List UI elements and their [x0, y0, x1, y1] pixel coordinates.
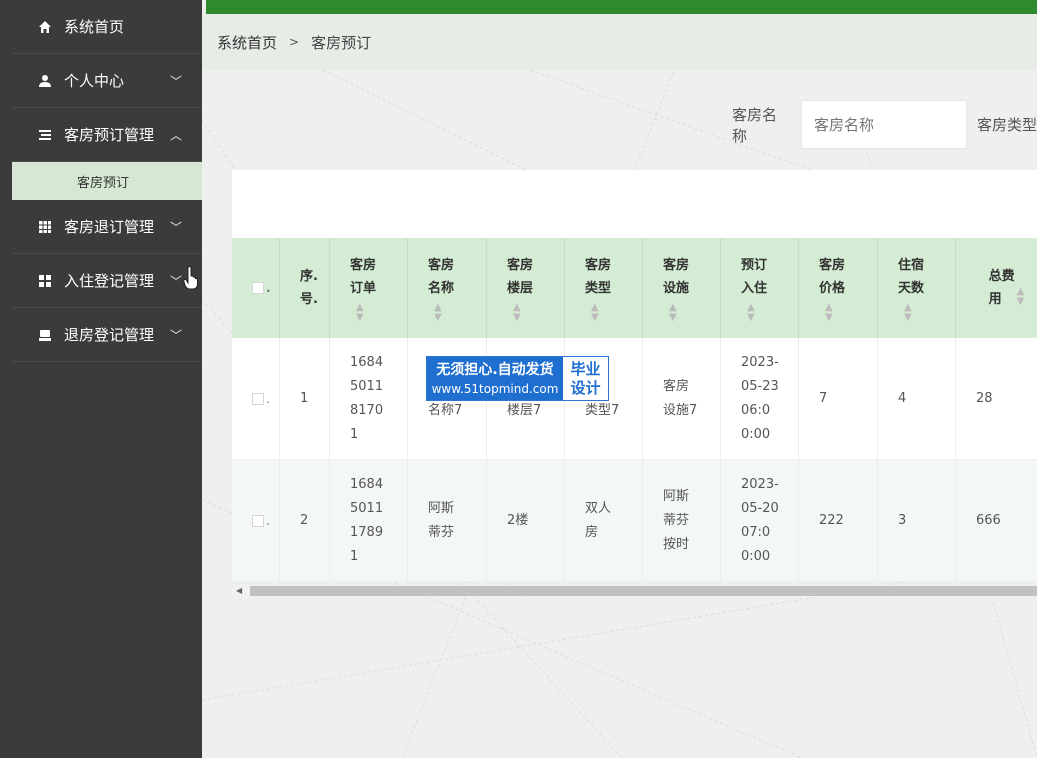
- scrollbar-thumb[interactable]: [250, 586, 1037, 596]
- cell-total: 28: [976, 390, 993, 406]
- cell-price: 222: [799, 460, 878, 581]
- user-icon: [38, 74, 52, 88]
- chevron-up-icon: ︿: [169, 128, 182, 142]
- sidebar-subitem-room-booking[interactable]: 客房预订: [12, 162, 202, 200]
- table-row[interactable]: . 2 1684 5011 1789 1 阿斯 蒂芬 2楼 双人 房 阿斯 蒂芬…: [232, 460, 1037, 582]
- breadcrumb-current: 客房预订: [311, 33, 372, 52]
- header-cell[interactable]: 预订 入住 ▲ ▼: [721, 238, 799, 338]
- sidebar-item-home[interactable]: 系统首页: [12, 0, 202, 54]
- sidebar-item-cancellation[interactable]: 客房退订管理 ﹀: [12, 200, 202, 254]
- booking-table: . 序. 号. 客房 订单 ▲ ▼ 客房 名称 ▲ ▼ 客房 楼层 ▲ ▼ 客房 类型 ▲ ▼ …: [232, 238, 1037, 582]
- sidebar: 系统首页 个人中心 ﹀ 客房预订管理 ︿ 客房预订 客房退订管理 ﹀ 入住登记管…: [12, 0, 202, 758]
- sort-icon[interactable]: ▲ ▼: [898, 302, 955, 323]
- header-cell[interactable]: 客房 楼层 ▲ ▼: [487, 238, 565, 338]
- table-header: . 序. 号. 客房 订单 ▲ ▼ 客房 名称 ▲ ▼ 客房 楼层 ▲ ▼ 客房 类型 ▲ ▼ …: [232, 238, 1037, 338]
- watermark-overlay: 无须担心.自动发货 www.51topmind.com 毕业 设计: [426, 356, 609, 401]
- header-cell[interactable]: 客房 设施 ▲ ▼: [643, 238, 721, 338]
- header-cell: 序. 号.: [280, 238, 330, 338]
- top-accent-bar: [206, 0, 1037, 14]
- main-content: 系统首页 > 客房预订 客房名称 客房类型 . 序. 号. 客房 订单▲▼ 客房…: [202, 0, 1037, 758]
- breadcrumb-home-link[interactable]: 系统首页: [217, 32, 277, 53]
- search-bar: 客房名称 客房类型: [732, 100, 1037, 149]
- chevron-down-icon: ﹀: [169, 74, 182, 88]
- sort-icon[interactable]: ▲ ▼: [585, 302, 642, 323]
- sidebar-item-label: 退房登记管理: [64, 326, 155, 344]
- cell-checkin: 2023- 05-23 06:0 0:00: [721, 338, 799, 459]
- select-all-checkbox[interactable]: [252, 282, 264, 294]
- watermark-badge: 毕业 设计: [563, 357, 608, 400]
- cell-index: 1: [280, 338, 330, 459]
- watermark-badge-line1: 毕业: [570, 359, 601, 378]
- breadcrumb: 系统首页 > 客房预订: [202, 14, 1037, 70]
- room-name-input[interactable]: [800, 100, 967, 149]
- sort-icon[interactable]: ▲ ▼: [350, 302, 407, 323]
- grid-icon: [38, 220, 52, 234]
- chevron-down-icon: ﹀: [169, 220, 182, 234]
- cell-days: 3: [878, 460, 956, 581]
- cell-days: 4: [878, 338, 956, 459]
- sidebar-item-checkin[interactable]: 入住登记管理 ﹀: [12, 254, 202, 308]
- header-checkbox-cell: .: [232, 238, 280, 338]
- cell-facility: 客房 设施7: [643, 338, 721, 459]
- cell-order: 1684 5011 8170 1: [330, 338, 408, 459]
- sort-icon[interactable]: ▲ ▼: [1015, 287, 1025, 307]
- horizontal-scrollbar[interactable]: ◀: [232, 585, 1037, 597]
- header-cell[interactable]: 客房 名称 ▲ ▼: [408, 238, 487, 338]
- header-cell[interactable]: 客房 订单 ▲ ▼: [330, 238, 408, 338]
- row-checkbox-cell: .: [232, 338, 280, 459]
- row-checkbox-cell: .: [232, 460, 280, 581]
- sidebar-item-label: 客房预订管理: [64, 126, 155, 144]
- sort-icon[interactable]: ▲ ▼: [663, 302, 720, 323]
- list-icon: [38, 128, 52, 142]
- sidebar-item-checkout[interactable]: 退房登记管理 ﹀: [12, 308, 202, 362]
- sort-icon[interactable]: ▲ ▼: [507, 302, 564, 323]
- sidebar-item-profile[interactable]: 个人中心 ﹀: [12, 54, 202, 108]
- breadcrumb-separator: >: [289, 35, 300, 49]
- hand-cursor-icon: [183, 265, 199, 290]
- sidebar-item-label: 入住登记管理: [64, 272, 155, 290]
- printer-icon: [38, 328, 52, 342]
- room-name-label: 客房名称: [732, 105, 778, 145]
- sidebar-item-label: 客房退订管理: [64, 218, 155, 236]
- sidebar-item-label: 个人中心: [64, 72, 125, 90]
- chevron-down-icon: ﹀: [169, 274, 182, 288]
- header-cell[interactable]: 总费 用 ▲ ▼: [956, 238, 1037, 338]
- sidebar-item-booking[interactable]: 客房预订管理 ︿: [12, 108, 202, 162]
- sort-icon[interactable]: ▲ ▼: [741, 302, 798, 323]
- cell-index: 2: [280, 460, 330, 581]
- watermark-badge-line2: 设计: [570, 378, 601, 397]
- chevron-down-icon: ﹀: [169, 328, 182, 342]
- watermark-line1: 无须担心.自动发货: [436, 361, 554, 378]
- cell-checkin: 2023- 05-20 07:0 0:00: [721, 460, 799, 581]
- sort-icon[interactable]: ▲ ▼: [819, 302, 877, 323]
- left-edge-strip: [0, 0, 12, 758]
- cell-type: 双人 房: [565, 460, 643, 581]
- watermark-text: 无须担心.自动发货 www.51topmind.com: [427, 357, 563, 400]
- sort-icon[interactable]: ▲ ▼: [428, 302, 486, 323]
- watermark-url: www.51topmind.com: [431, 381, 559, 396]
- cell-total: 666: [976, 512, 1001, 528]
- sidebar-subitem-label: 客房预订: [77, 175, 130, 191]
- scroll-left-arrow-icon[interactable]: ◀: [236, 585, 242, 597]
- header-cell[interactable]: 住宿 天数 ▲ ▼: [878, 238, 956, 338]
- header-cell[interactable]: 客房 价格 ▲ ▼: [799, 238, 878, 338]
- cell-floor: 2楼: [487, 460, 565, 581]
- home-icon: [38, 20, 52, 34]
- cell-facility: 阿斯 蒂芬 按时: [643, 460, 721, 581]
- cell-price: 7: [799, 338, 878, 459]
- cell-name: 阿斯 蒂芬: [408, 460, 487, 581]
- row-checkbox[interactable]: [252, 392, 264, 405]
- table-row[interactable]: . 1 1684 5011 8170 1 名称7 楼层7 类型7 客房 设施7 …: [232, 338, 1037, 460]
- row-checkbox[interactable]: [252, 514, 264, 527]
- cell-order: 1684 5011 1789 1: [330, 460, 408, 581]
- room-type-label: 客房类型: [976, 116, 1037, 134]
- apps-icon: [38, 274, 52, 288]
- header-cell[interactable]: 客房 类型 ▲ ▼: [565, 238, 643, 338]
- action-panel: [232, 170, 1037, 238]
- sidebar-item-label: 系统首页: [64, 18, 125, 36]
